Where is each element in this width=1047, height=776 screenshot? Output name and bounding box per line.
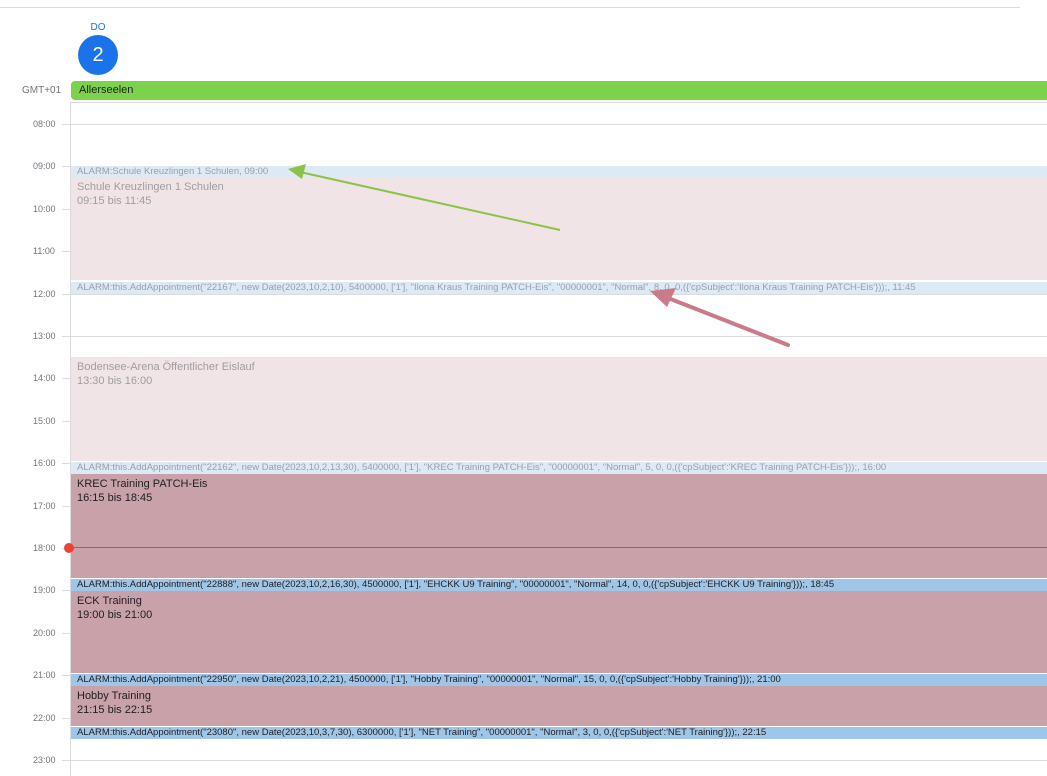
event-time: 09:15 bis 11:45 [77, 195, 152, 207]
hour-label: 09:00 [33, 161, 56, 171]
hour-label: 14:00 [33, 373, 56, 383]
hour-label: 18:00 [33, 543, 56, 553]
hour-label: 19:00 [33, 585, 56, 595]
event-krec-training[interactable]: KREC Training PATCH-Eis 16:15 bis 18:45 [71, 474, 1047, 578]
event-schule-kreuzlingen[interactable]: Schule Kreuzlingen 1 Schulen 09:15 bis 1… [71, 177, 1047, 280]
current-time-line [70, 547, 1047, 548]
event-time: 13:30 bis 16:00 [77, 375, 153, 387]
event-title: ECK Training [77, 595, 142, 607]
hour-label: 16:00 [33, 458, 56, 468]
hour-line [62, 336, 1047, 337]
alarm-event[interactable]: ALARM:this.AddAppointment("22167", new D… [71, 282, 1047, 294]
hour-label: 15:00 [33, 416, 56, 426]
calendar-day-view: DO 2 GMT+01 Allerseelen 08:00 09:00 10:0… [0, 0, 1047, 776]
hour-label: 20:00 [33, 628, 56, 638]
alarm-event[interactable]: ALARM:this.AddAppointment("22888", new D… [71, 579, 1047, 591]
allday-divider [70, 102, 1047, 103]
event-bodensee-arena[interactable]: Bodensee-Arena Öffentlicher Eislauf 13:3… [71, 357, 1047, 461]
hour-line [62, 760, 1047, 761]
alarm-event[interactable]: ALARM:this.AddAppointment("23080", new D… [71, 727, 1047, 739]
event-eck-training[interactable]: ECK Training 19:00 bis 21:00 [71, 591, 1047, 673]
current-time-dot [64, 543, 74, 553]
allday-event-allerseelen[interactable]: Allerseelen [71, 81, 1047, 100]
hour-label: 21:00 [33, 670, 56, 680]
hour-line [62, 124, 1047, 125]
hour-label: 23:00 [33, 755, 56, 765]
event-time: 21:15 bis 22:15 [77, 704, 153, 716]
timezone-label: GMT+01 [22, 85, 62, 96]
hour-label: 11:00 [33, 246, 55, 256]
event-title: Hobby Training [77, 690, 151, 702]
hour-label: 22:00 [33, 713, 56, 723]
hour-line [62, 294, 1047, 295]
alarm-event[interactable]: ALARM:this.AddAppointment("22950", new D… [71, 674, 1047, 686]
hour-label: 17:00 [33, 501, 56, 511]
hour-label: 12:00 [33, 289, 56, 299]
day-date-button[interactable]: 2 [78, 35, 118, 75]
event-time: 16:15 bis 18:45 [77, 492, 153, 504]
day-weekday[interactable]: DO [78, 22, 118, 33]
hour-label: 10:00 [33, 204, 56, 214]
hour-label: 08:00 [33, 119, 56, 129]
event-title: Bodensee-Arena Öffentlicher Eislauf [77, 361, 255, 373]
header-divider [0, 7, 1020, 8]
event-hobby-training[interactable]: Hobby Training 21:15 bis 22:15 [71, 686, 1047, 726]
alarm-event[interactable]: ALARM:this.AddAppointment("22162", new D… [71, 462, 1047, 474]
event-title: Schule Kreuzlingen 1 Schulen [77, 181, 224, 193]
alarm-event[interactable]: ALARM:Schule Kreuzlingen 1 Schulen, 09:0… [71, 166, 1047, 178]
hour-label: 13:00 [33, 331, 56, 341]
event-title: KREC Training PATCH-Eis [77, 478, 208, 490]
event-time: 19:00 bis 21:00 [77, 609, 153, 621]
